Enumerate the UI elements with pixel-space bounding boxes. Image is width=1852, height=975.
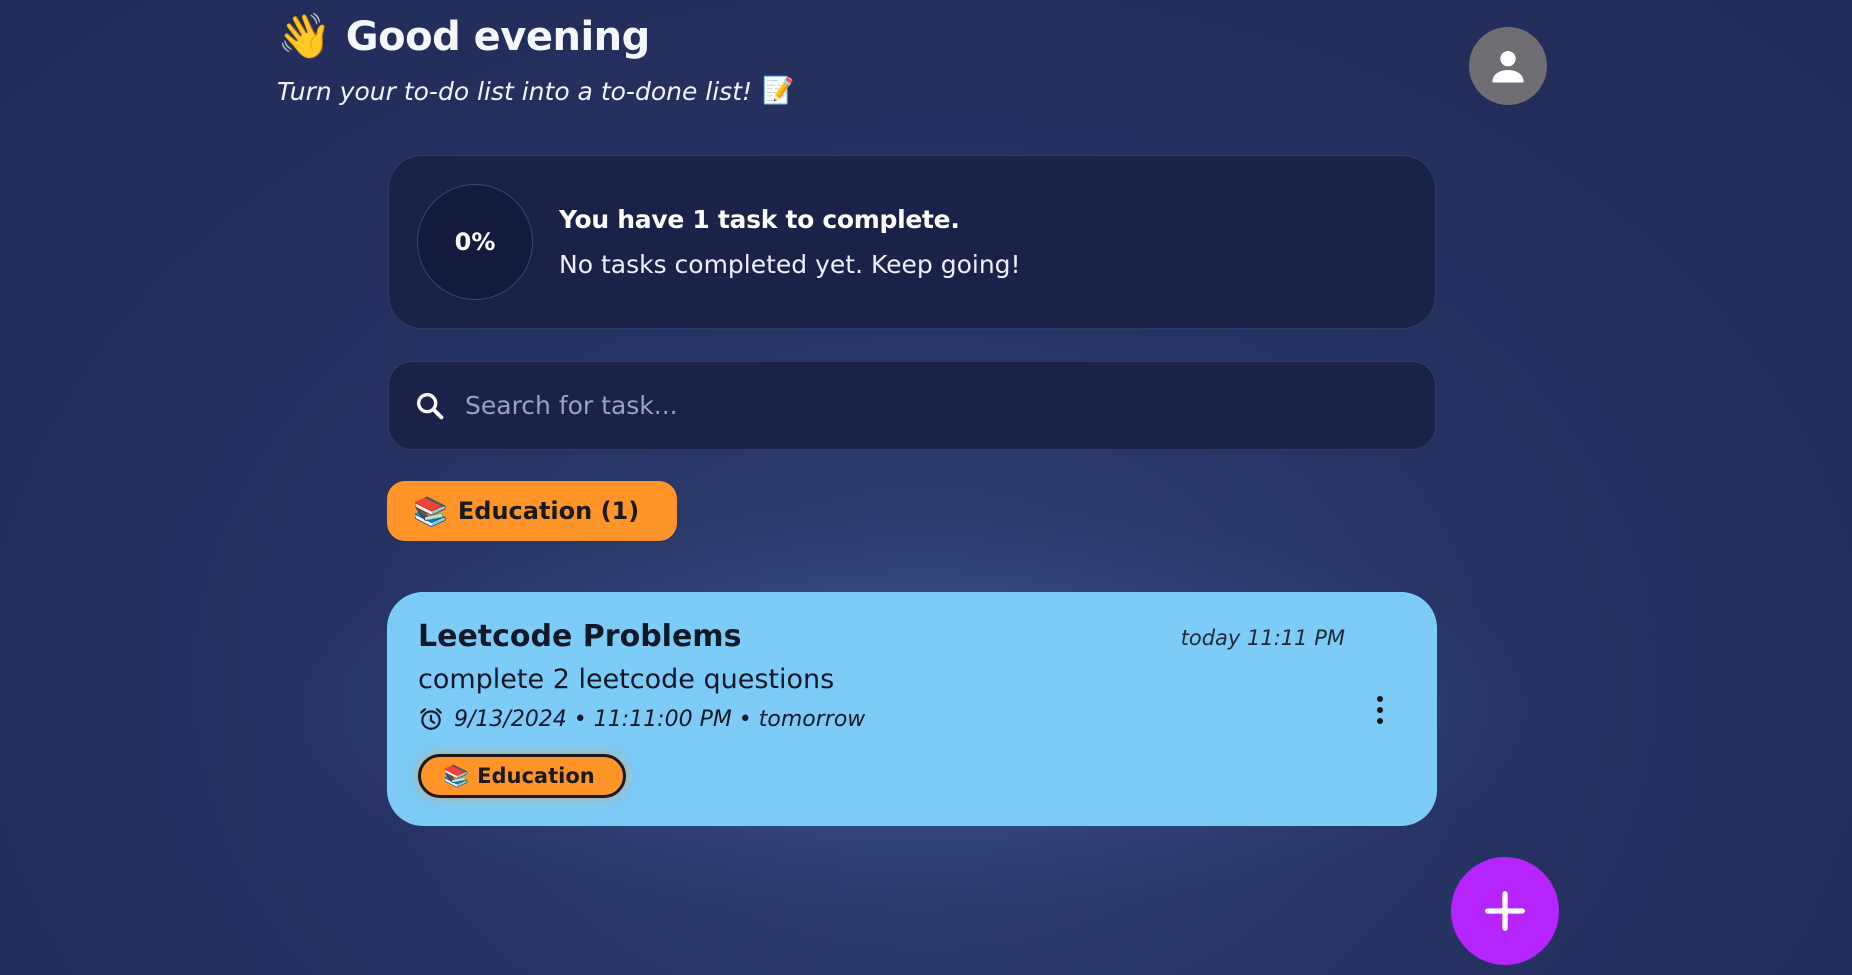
memo-emoji: 📝 <box>762 76 795 106</box>
progress-heading: You have 1 task to complete. <box>559 205 960 234</box>
task-card[interactable]: Leetcode Problems today 11:11 PM complet… <box>387 592 1437 826</box>
dot-icon <box>1377 696 1383 702</box>
subtitle-text: Turn your to-do list into a to-done list… <box>277 76 753 106</box>
category-chip-label: Education (1) <box>457 497 640 525</box>
page-title: Good evening <box>345 14 650 60</box>
books-icon: 📚 <box>443 763 470 788</box>
plus-icon <box>1485 891 1525 931</box>
app-root: 👋 Good evening Turn your to-do list into… <box>0 0 1852 975</box>
dot-icon <box>1377 707 1383 713</box>
progress-percent: 0% <box>417 184 533 300</box>
task-due-date: 9/13/2024 • 11:11:00 PM • tomorrow <box>418 706 865 732</box>
task-due-text: 9/13/2024 • 11:11:00 PM • tomorrow <box>454 706 866 732</box>
progress-message: No tasks completed yet. Keep going! <box>559 250 1021 279</box>
add-task-button[interactable] <box>1451 857 1559 965</box>
progress-text: You have 1 task to complete. No tasks co… <box>559 205 1021 279</box>
search-icon <box>416 392 444 419</box>
search-bar <box>388 361 1436 450</box>
alarm-clock-icon <box>420 708 442 730</box>
search-input[interactable] <box>463 390 1435 421</box>
wave-emoji: 👋 <box>277 11 332 62</box>
task-description: complete 2 leetcode questions <box>418 664 835 695</box>
task-category-tag[interactable]: 📚 Education <box>418 754 626 798</box>
person-icon <box>1492 50 1524 83</box>
greeting-row: 👋 Good evening <box>277 14 794 60</box>
task-category-label: Education <box>477 764 595 788</box>
header: 👋 Good evening Turn your to-do list into… <box>277 14 794 106</box>
books-icon: 📚 <box>413 494 448 528</box>
task-created-time: today 11:11 PM <box>1180 626 1345 650</box>
page-subtitle: Turn your to-do list into a to-done list… <box>277 76 794 106</box>
profile-avatar-button[interactable] <box>1469 27 1547 105</box>
dot-icon <box>1377 718 1383 724</box>
task-more-menu-button[interactable] <box>1368 692 1392 728</box>
task-title: Leetcode Problems <box>418 619 742 654</box>
progress-card: 0% You have 1 task to complete. No tasks… <box>388 155 1436 329</box>
